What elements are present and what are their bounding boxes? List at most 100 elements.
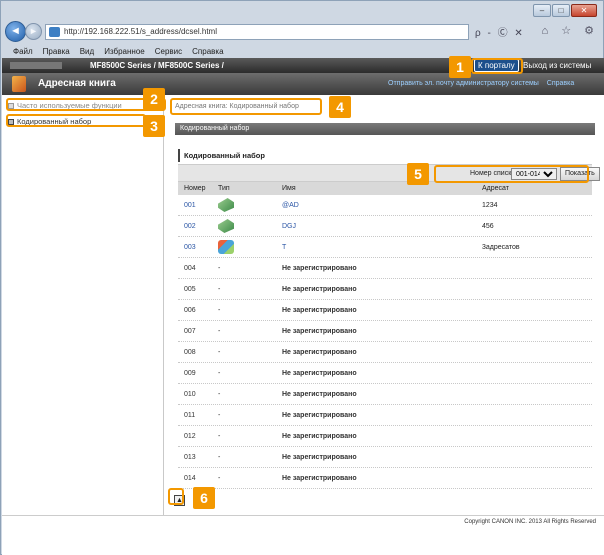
address-tools[interactable]: ρ - Ⓒ ✕: [475, 24, 525, 39]
callout-6: 6: [193, 487, 215, 509]
table-row: 007 - Не зарегистрировано: [178, 321, 592, 342]
row-destination: 456: [482, 223, 494, 230]
row-number: 013: [184, 454, 196, 461]
row-name[interactable]: T: [282, 237, 286, 258]
row-type: -: [218, 265, 221, 272]
row-name: Не зарегистрировано: [282, 265, 357, 272]
forward-arrow-icon[interactable]: ►: [25, 23, 42, 40]
highlight-top-icon: [168, 488, 184, 505]
table-row: 001 @AD 1234: [178, 195, 592, 216]
row-number: 004: [184, 265, 196, 272]
row-number[interactable]: 001: [184, 195, 196, 216]
row-number: 011: [184, 412, 196, 419]
main-panel: Адресная книга: Кодированный набор Кодир…: [170, 95, 602, 515]
menu-help[interactable]: Справка: [192, 47, 223, 56]
row-name: Не зарегистрировано: [282, 286, 357, 293]
minimize-button[interactable]: –: [533, 4, 551, 17]
row-name: Не зарегистрировано: [282, 370, 357, 377]
help-link[interactable]: Справка: [547, 80, 574, 87]
row-type: -: [218, 307, 221, 314]
highlight-coded-dial: [6, 114, 146, 127]
table-body: 001 @AD 1234 002 DGJ 456 003 T 3адресатов 004 - Не …: [178, 195, 592, 489]
column-header-type: Тип: [218, 185, 230, 192]
group-type-icon: [218, 240, 234, 254]
table-row: 009 - Не зарегистрировано: [178, 363, 592, 384]
device-title: MF8500C Series / MF8500C Series /: [90, 61, 224, 70]
table-row: 011 - Не зарегистрировано: [178, 405, 592, 426]
menu-view[interactable]: Вид: [80, 47, 94, 56]
section-header: Кодированный набор: [175, 123, 595, 135]
address-book-icon: [12, 76, 26, 92]
highlight-portal: [471, 58, 523, 74]
address-bar[interactable]: http://192.168.222.51/s_address/dcsel.ht…: [45, 24, 469, 40]
header-links: Отправить эл. почту администратору систе…: [388, 80, 580, 87]
row-type: -: [218, 391, 221, 398]
table-row: 012 - Не зарегистрировано: [178, 426, 592, 447]
highlight-list-controls: [434, 165, 589, 183]
callout-2: 2: [143, 88, 165, 110]
row-destination: 3адресатов: [482, 244, 520, 251]
row-name[interactable]: @AD: [282, 195, 299, 216]
row-number[interactable]: 002: [184, 216, 196, 237]
table-row: 004 - Не зарегистрировано: [178, 258, 592, 279]
row-destination: 1234: [482, 202, 498, 209]
row-name: Не зарегистрировано: [282, 307, 357, 314]
row-number: 012: [184, 433, 196, 440]
row-type: -: [218, 433, 221, 440]
table-row: 010 - Не зарегистрировано: [178, 384, 592, 405]
email-admin-link[interactable]: Отправить эл. почту администратору систе…: [388, 80, 539, 87]
coded-dial-panel: Кодированный набор Номер списка: 001-014…: [178, 149, 600, 489]
row-number: 008: [184, 349, 196, 356]
browser-toolbar-icons[interactable]: ⌂ ☆ ⚙: [542, 24, 599, 37]
row-name: Не зарегистрировано: [282, 454, 357, 461]
column-header-destination: Адресат: [482, 185, 509, 192]
row-type: -: [218, 412, 221, 419]
logout-link[interactable]: Выход из системы: [523, 58, 591, 73]
row-type: -: [218, 286, 221, 293]
row-number: 014: [184, 475, 196, 482]
row-name: Не зарегистрировано: [282, 475, 357, 482]
row-name[interactable]: DGJ: [282, 216, 296, 237]
panel-title: Кодированный набор: [178, 149, 592, 162]
maximize-button[interactable]: □: [552, 4, 570, 17]
callout-5: 5: [407, 163, 429, 185]
table-row: 005 - Не зарегистрировано: [178, 279, 592, 300]
window-controls: – □ ✕: [533, 4, 597, 17]
row-name: Не зарегистрировано: [282, 349, 357, 356]
fax-type-icon: [218, 198, 234, 212]
row-name: Не зарегистрировано: [282, 433, 357, 440]
row-type: -: [218, 349, 221, 356]
menu-file[interactable]: Файл: [13, 47, 33, 56]
row-type: -: [218, 454, 221, 461]
menu-edit[interactable]: Правка: [43, 47, 70, 56]
row-type: -: [218, 328, 221, 335]
table-row: 013 - Не зарегистрировано: [178, 447, 592, 468]
table-header: Номер Тип Имя Адресат: [178, 182, 592, 195]
page-favicon-icon: [49, 27, 60, 37]
browser-menu-bar: Файл Правка Вид Избранное Сервис Справка: [13, 47, 224, 56]
address-url: http://192.168.222.51/s_address/dcsel.ht…: [64, 27, 217, 36]
page-title: Адресная книга: [38, 78, 116, 89]
page-footer: Copyright CANON INC. 2013 All Rights Res…: [2, 515, 604, 555]
row-type: -: [218, 370, 221, 377]
callout-1: 1: [449, 56, 471, 78]
row-number: 005: [184, 286, 196, 293]
copyright-text: Copyright CANON INC. 2013 All Rights Res…: [464, 519, 596, 525]
row-number[interactable]: 003: [184, 237, 196, 258]
menu-favorites[interactable]: Избранное: [104, 47, 145, 56]
callout-3: 3: [143, 115, 165, 137]
table-row: 006 - Не зарегистрировано: [178, 300, 592, 321]
row-name: Не зарегистрировано: [282, 328, 357, 335]
content-area: Часто используемые функции Кодированный …: [2, 95, 604, 515]
column-header-name: Имя: [282, 185, 296, 192]
table-row: 003 T 3адресатов: [178, 237, 592, 258]
row-number: 009: [184, 370, 196, 377]
page-header: Адресная книга Отправить эл. почту админ…: [2, 73, 604, 95]
row-name: Не зарегистрировано: [282, 391, 357, 398]
back-arrow-icon[interactable]: ◄: [5, 21, 26, 42]
fax-type-icon: [218, 219, 234, 233]
close-window-button[interactable]: ✕: [571, 4, 597, 17]
row-number: 006: [184, 307, 196, 314]
menu-tools[interactable]: Сервис: [155, 47, 182, 56]
highlight-frequent-functions: [6, 98, 166, 111]
